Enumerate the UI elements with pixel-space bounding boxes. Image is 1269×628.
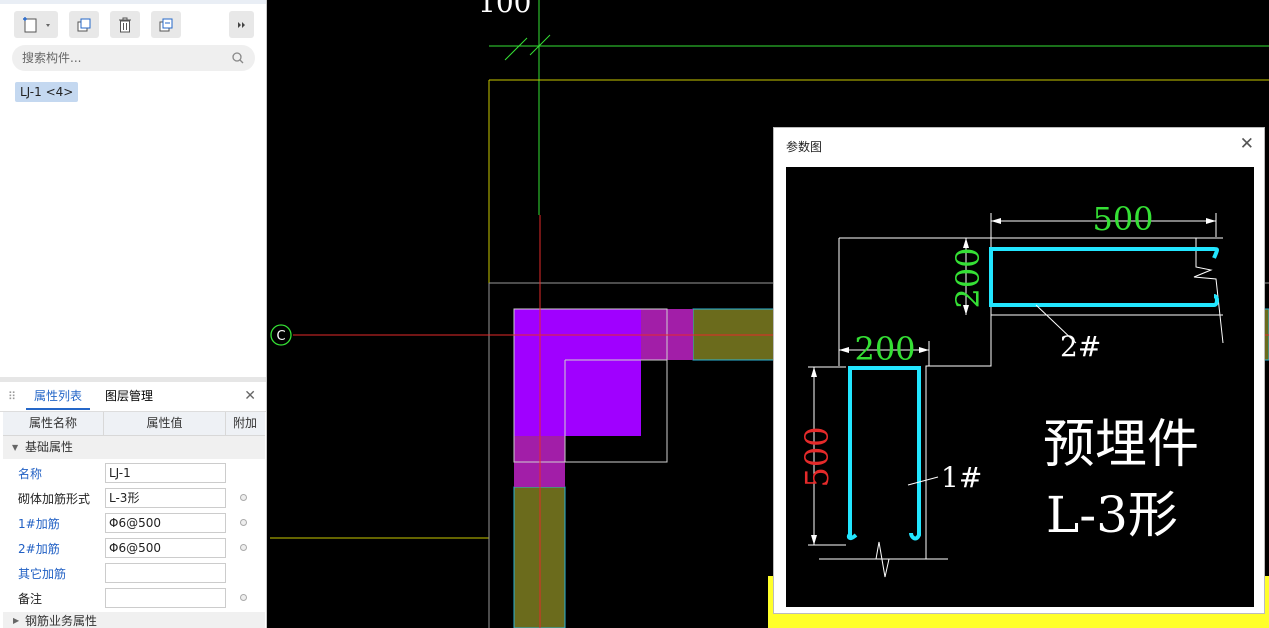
header-property-value: 属性值 <box>104 412 226 435</box>
caption-l3-shape: L-3形 <box>1046 486 1178 544</box>
more-button[interactable] <box>229 11 254 38</box>
property-row-remark: 备注 <box>3 586 265 611</box>
property-value-field[interactable]: Φ6@500 <box>105 538 226 558</box>
property-value-field[interactable] <box>105 588 226 608</box>
search-input[interactable] <box>22 49 222 67</box>
rebar-label-1: 1# <box>941 461 982 494</box>
group-label: 钢筋业务属性 <box>25 614 98 628</box>
property-name-label: 砌体加筋形式 <box>18 492 91 506</box>
header-property-name: 属性名称 <box>3 412 104 435</box>
property-row-rebar-2: 2#加筋 Φ6@500 <box>3 536 265 561</box>
expand-arrow-icon[interactable]: ▶ <box>13 612 19 628</box>
property-value-field[interactable]: Φ6@500 <box>105 513 226 533</box>
dimension-text: 200 <box>949 247 987 308</box>
column-l-shape[interactable] <box>514 309 641 436</box>
property-row-name: 名称 LJ-1 <box>3 461 265 486</box>
collapse-arrow-icon[interactable]: ▼ <box>12 436 18 459</box>
group-label: 基础属性 <box>25 440 74 454</box>
dialog-title: 参数图 <box>786 140 823 154</box>
new-component-button[interactable] <box>14 11 58 38</box>
extra-radio[interactable] <box>240 544 247 551</box>
rebar-label-2: 2# <box>1060 330 1101 363</box>
copy-button[interactable] <box>69 11 99 38</box>
search-box[interactable] <box>12 45 255 71</box>
component-list-item[interactable]: LJ-1 <4> <box>15 82 79 102</box>
tab-layer-management[interactable]: 图层管理 <box>97 382 161 410</box>
delete-icon <box>119 17 131 32</box>
group-rebar-properties[interactable]: ▶ 钢筋业务属性 <box>3 612 265 628</box>
drag-handle-icon[interactable]: ⠿ <box>8 390 16 403</box>
property-name-label: 2#加筋 <box>18 542 60 556</box>
header-extra: 附加 <box>232 416 257 430</box>
delete-button[interactable] <box>110 11 140 38</box>
properties-table-header: 属性名称 属性值 附加 <box>3 412 265 436</box>
extra-radio[interactable] <box>240 494 247 501</box>
close-icon[interactable]: ✕ <box>244 388 256 404</box>
property-row-form: 砌体加筋形式 L-3形 <box>3 486 265 511</box>
tab-property-list[interactable]: 属性列表 <box>26 382 91 410</box>
component-panel: LJ-1 <4> ⠿ 属性列表 图层管理 ✕ 属性名称 属性值 附加 ▼ 基础属… <box>0 0 267 628</box>
axis-label: C <box>276 329 285 344</box>
duplicate-button[interactable] <box>151 11 181 38</box>
property-name-label: 1#加筋 <box>18 517 60 531</box>
caption-embedded-part: 预埋件 <box>1043 415 1199 475</box>
parameter-diagram: 500 200 200 500 2# 1# 预埋件 L-3形 <box>786 167 1254 607</box>
property-row-rebar-1: 1#加筋 Φ6@500 <box>3 511 265 536</box>
property-value-field[interactable]: LJ-1 <box>105 463 226 483</box>
dimension-text: 500 <box>798 426 836 487</box>
close-icon[interactable]: ✕ <box>1240 134 1254 154</box>
copy-icon <box>77 18 91 31</box>
property-name-label: 备注 <box>18 592 43 606</box>
extra-radio[interactable] <box>240 519 247 526</box>
search-icon[interactable] <box>231 51 245 65</box>
parameter-dialog: 参数图 ✕ 500 200 200 500 2# 1# 预埋件 L-3形 <box>773 127 1265 614</box>
extra-radio[interactable] <box>240 594 247 601</box>
group-basic-properties[interactable]: ▼ 基础属性 <box>3 436 265 459</box>
property-name-label: 名称 <box>18 467 43 481</box>
more-icon <box>237 21 245 28</box>
dimension-text: 500 <box>1092 200 1153 238</box>
top-tab-strip <box>0 0 266 4</box>
property-value-field[interactable]: L-3形 <box>105 488 226 508</box>
properties-tabs: ⠿ 属性列表 图层管理 ✕ <box>0 382 266 412</box>
property-name-label: 其它加筋 <box>18 567 67 581</box>
dimension-text: 200 <box>854 330 915 368</box>
property-row-other-rebar: 其它加筋 <box>3 561 265 586</box>
property-value-field[interactable] <box>105 563 226 583</box>
top-dimension-text: 100 <box>478 0 531 19</box>
new-component-icon <box>23 16 50 32</box>
duplicate-icon <box>159 18 173 31</box>
